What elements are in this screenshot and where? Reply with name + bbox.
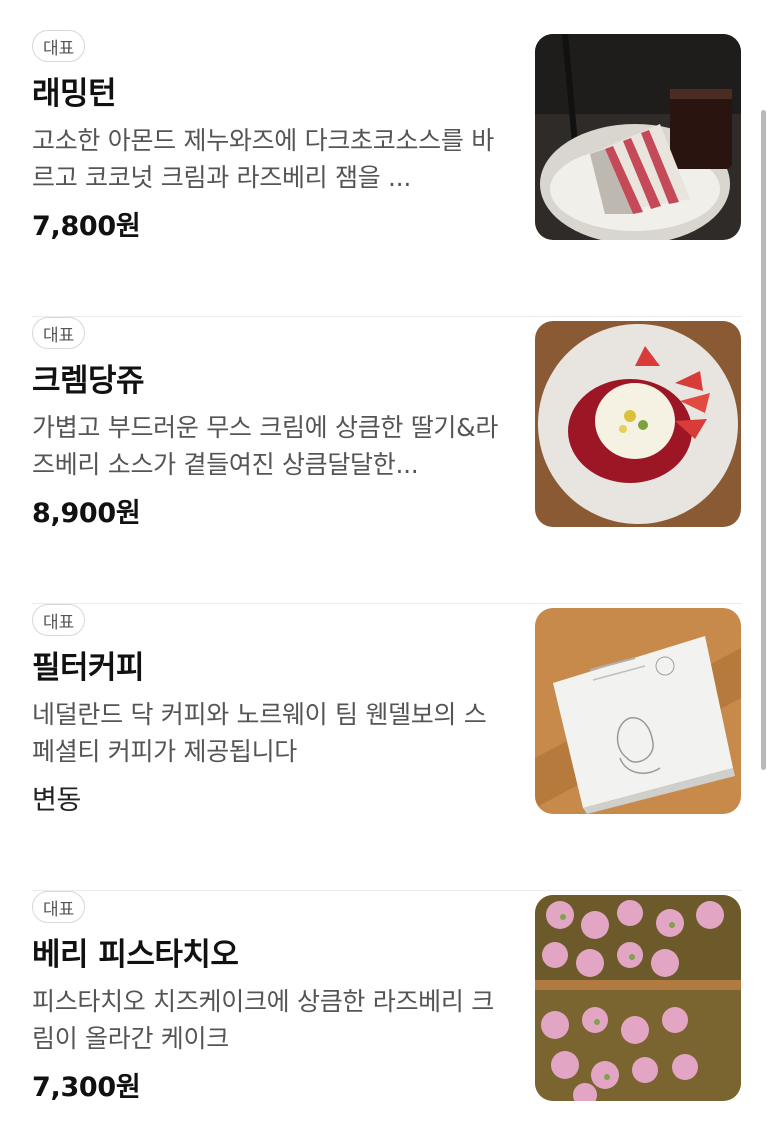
scrollbar[interactable] xyxy=(761,110,766,770)
menu-item-description: 피스타치오 치즈케이크에 상큼한 라즈베리 크림이 올라간 케이크 xyxy=(32,987,494,1053)
signature-badge: 대표 xyxy=(32,317,86,349)
menu-item-description: 네덜란드 닥 커피와 노르웨이 팀 웬델보의 스페셜티 커피가 제공됩니다 xyxy=(32,700,487,766)
signature-badge: 대표 xyxy=(32,30,86,62)
menu-list-page: 대표 래밍턴 고소한 아몬드 제누와즈에 다크초코소스를 바르고 코코넛 크림과… xyxy=(0,0,773,1147)
signature-badge: 대표 xyxy=(32,891,86,923)
menu-item-description: 고소한 아몬드 제누와즈에 다크초코소스를 바르고 코코넛 크림과 라즈베리 잼… xyxy=(32,126,494,192)
layer-cake-photo xyxy=(535,34,741,240)
menu-item-price: 7,300원 xyxy=(32,1072,141,1103)
menu-item-name: 크렘당쥬 xyxy=(32,363,145,399)
menu-item-cremet-danjou[interactable]: 대표 크렘당쥬 가볍고 부드러운 무스 크림에 상큼한 딸기&라즈베리 소스가 … xyxy=(32,317,742,604)
signature-badge: 대표 xyxy=(32,604,86,636)
menu-item-price: 7,800원 xyxy=(32,211,141,242)
menu-item-name: 필터커피 xyxy=(32,650,145,686)
mousse-dessert-photo xyxy=(535,321,741,527)
menu-item-lamington[interactable]: 대표 래밍턴 고소한 아몬드 제누와즈에 다크초코소스를 바르고 코코넛 크림과… xyxy=(32,30,742,317)
menu-item-berry-pistachio[interactable]: 대표 베리 피스타치오 피스타치오 치즈케이크에 상큼한 라즈베리 크림이 올라… xyxy=(32,891,742,1147)
pistachio-cake-photo xyxy=(535,895,741,1101)
coffee-package-photo xyxy=(535,608,741,814)
menu-item-name: 래밍턴 xyxy=(32,76,117,112)
menu-item-filter-coffee[interactable]: 대표 필터커피 네덜란드 닥 커피와 노르웨이 팀 웬델보의 스페셜티 커피가 … xyxy=(32,604,742,891)
menu-item-description: 가볍고 부드러운 무스 크림에 상큼한 딸기&라즈베리 소스가 곁들여진 상큼달… xyxy=(32,413,499,479)
menu-item-price: 8,900원 xyxy=(32,498,141,529)
menu-item-name: 베리 피스타치오 xyxy=(32,937,239,973)
menu-item-price: 변동 xyxy=(32,785,82,816)
